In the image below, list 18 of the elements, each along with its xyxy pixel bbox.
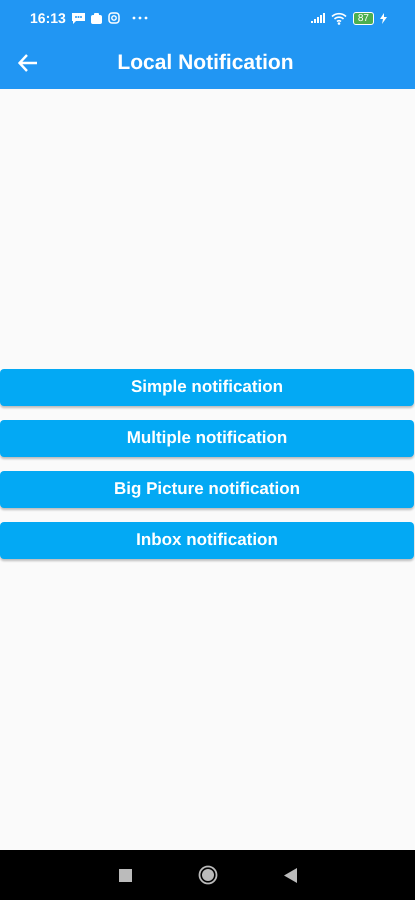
notification-button[interactable]: Simple notification [0, 368, 414, 406]
notification-button[interactable]: Multiple notification [0, 420, 414, 456]
back-arrow-icon[interactable] [18, 54, 38, 72]
recents-icon[interactable] [118, 868, 132, 882]
app-bar-title: Local Notification [116, 50, 295, 74]
charging-icon [380, 12, 387, 24]
app-icon [90, 12, 102, 24]
battery-level: 87 [352, 12, 374, 24]
back-icon[interactable] [284, 868, 296, 882]
more-icon [132, 16, 148, 20]
wifi-icon [330, 12, 347, 24]
message-icon [72, 12, 85, 24]
signal-icon [310, 13, 325, 23]
notification-button[interactable]: Big Picture notification [0, 470, 414, 508]
home-icon[interactable] [198, 865, 218, 885]
camera-icon [108, 12, 120, 24]
notification-button[interactable]: Inbox notification [0, 522, 414, 558]
status-time: 16:13 [30, 10, 66, 26]
